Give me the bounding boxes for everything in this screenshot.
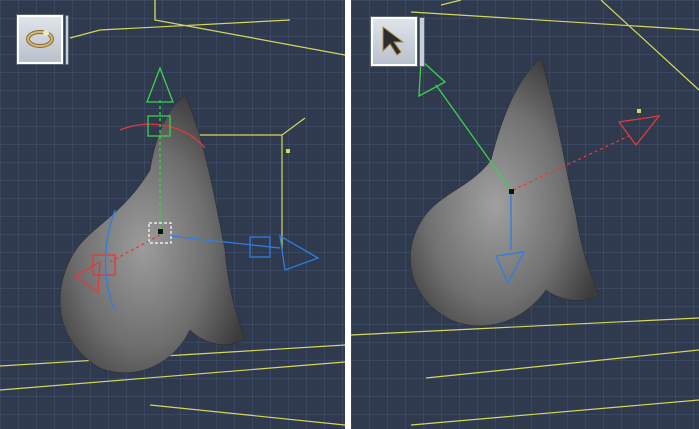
- select-tool-icon[interactable]: [371, 17, 417, 66]
- tool-palette-tab[interactable]: [419, 17, 425, 67]
- scene-left: [0, 0, 345, 429]
- tool-palette-tab[interactable]: [65, 15, 69, 65]
- rotate-tool-icon[interactable]: [17, 15, 63, 64]
- viewport-left[interactable]: [0, 0, 345, 429]
- viewport-right[interactable]: [351, 0, 699, 429]
- gizmo-pivot: [509, 189, 514, 194]
- gizmo-pivot: [158, 229, 163, 234]
- bounding-box-handle: [286, 149, 290, 153]
- bounding-box-handle: [637, 109, 641, 113]
